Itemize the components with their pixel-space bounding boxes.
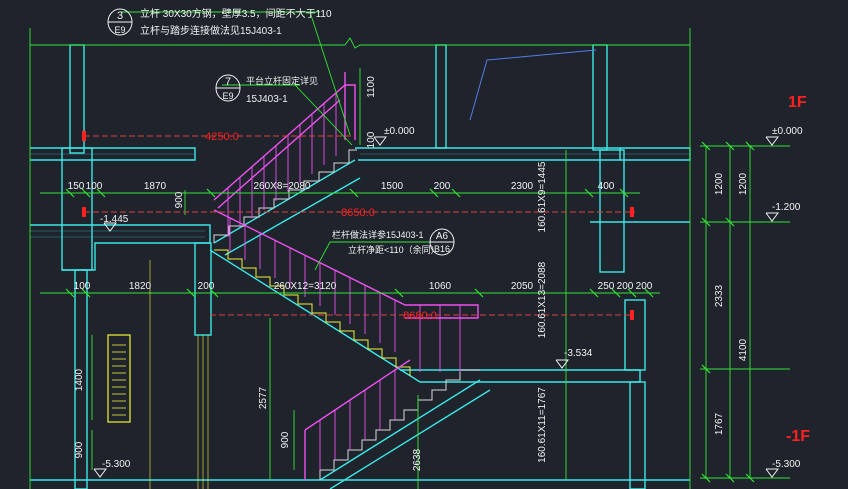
elevation-0-right: ±0.000 [772,126,803,137]
dim1-2300: 2300 [511,181,534,192]
callout2-line2: 15J403-1 [246,94,288,105]
vdim-right-2333: 2333 [714,284,725,307]
dim2-200b: 200 [636,281,653,292]
vdim-2577: 2577 [258,386,269,409]
vdim-1100: 1100 [366,76,377,98]
callout3-number: A6 [436,231,449,242]
dim1-200: 200 [434,181,451,192]
dim2-100: 100 [74,281,91,292]
cad-drawing-canvas: 3 E9 立杆 30X30方钢，壁厚3.5，间距不大于110 立杆与踏步连接做法… [0,0,848,489]
elevation-minus-1200: -1.200 [772,202,801,213]
dim1-100: 100 [86,181,103,192]
callout3-line2: 立杆净距<110（余同） [348,244,440,255]
floor-label-minus-1f: -1F [786,428,810,445]
vdim-flight-b: 160.61X13=2088 [537,261,548,338]
callout1-line2: 立杆与踏步连接做法见15J403-1 [140,24,282,37]
callout2-number: 7 [225,76,231,88]
dim1-1870: 1870 [144,181,167,192]
dim2-200a: 200 [617,281,634,292]
elevation-minus-3534: -3.534 [564,348,593,359]
dim2-2050: 2050 [511,281,534,292]
vdim-900-left: 900 [74,441,85,458]
vdim-900-top: 900 [174,191,185,208]
red-dim-8650: 8650.0 [341,207,375,219]
vdim-100: 100 [366,131,377,148]
dim2-200: 200 [198,281,215,292]
elevation-minus-1445: -1.445 [100,214,129,225]
vdim-right-1200a: 1200 [714,172,725,195]
dim1-150: 150 [68,181,85,192]
vdim-1400: 1400 [74,368,85,391]
callout1-number: 3 [117,10,123,22]
elevation-minus-5300-right: -5.300 [772,459,801,470]
dim1-1500: 1500 [381,181,404,192]
red-dim-8680: 8680.0 [403,310,437,322]
callout2-line1: 平台立杆固定详见 [246,75,318,86]
dim1-400: 400 [598,181,615,192]
vdim-flight-a: 160.61X9=1445 [537,161,548,232]
floor-label-1f: 1F [788,94,807,111]
vdim-2638: 2638 [412,448,423,471]
dim2-1820: 1820 [129,281,152,292]
dim2-250: 250 [598,281,615,292]
red-dim-4250: 4250.0 [205,131,239,143]
callout2-sheet: E9 [222,91,233,101]
dim2-3120: 260X12=3120 [274,281,337,292]
elevation-minus-5300-left: -5.300 [102,459,131,470]
vdim-right-1767: 1767 [714,412,725,435]
callout1-sheet: E9 [114,25,125,35]
vdim-right-4100: 4100 [738,338,749,361]
vdim-flight-c: 160.61X11=1767 [537,387,548,463]
callout1-line1: 立杆 30X30方钢，壁厚3.5，间距不大于110 [140,7,332,20]
elevation-0: ±0.000 [384,126,415,137]
dim2-1060: 1060 [429,281,452,292]
vdim-right-1200b: 1200 [738,172,749,195]
vdim-900-mid: 900 [280,431,291,448]
dim1-2080: 260X8=2080 [253,181,310,192]
callout3-line1: 栏杆做法详参15J403-1 [332,229,424,240]
